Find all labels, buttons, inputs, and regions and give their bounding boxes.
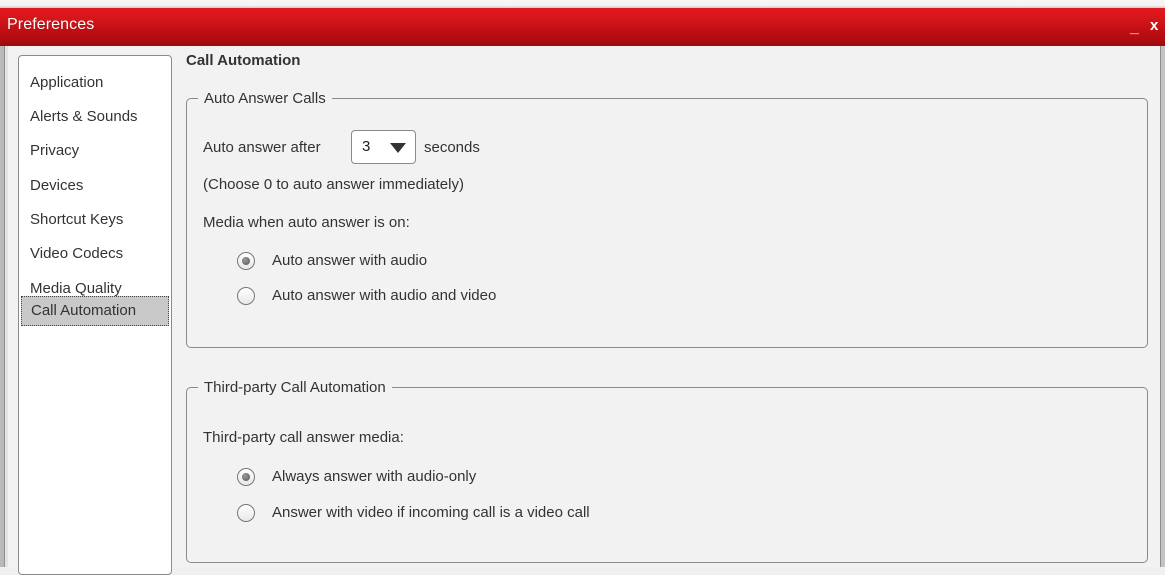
nav-item-devices[interactable]: Devices — [29, 175, 84, 197]
auto-answer-delay-select[interactable]: 3 — [351, 130, 416, 164]
category-list: Application Alerts & Sounds Privacy Devi… — [18, 55, 172, 575]
preferences-window: Preferences _ x Application Alerts & Sou… — [0, 0, 1165, 575]
third-party-media-label: Third-party call answer media: — [203, 429, 404, 446]
delay-value: 3 — [362, 138, 371, 155]
always-audio-only-radio[interactable] — [237, 468, 255, 486]
auto-answer-prefix: Auto answer after — [203, 139, 321, 156]
nav-item-privacy[interactable]: Privacy — [29, 140, 80, 162]
auto-answer-audio-video-radio[interactable] — [237, 287, 255, 305]
nav-item-video-codecs[interactable]: Video Codecs — [29, 243, 124, 265]
always-audio-only-label[interactable]: Always answer with audio-only — [272, 468, 476, 485]
minimize-button[interactable]: _ — [1130, 19, 1139, 37]
page-title: Call Automation — [186, 52, 301, 69]
auto-answer-legend: Auto Answer Calls — [198, 90, 332, 107]
window-right-border — [1160, 46, 1165, 567]
third-party-legend: Third-party Call Automation — [198, 379, 392, 396]
title-bar[interactable]: Preferences _ x — [0, 0, 1165, 46]
nav-item-call-automation[interactable]: Call Automation — [21, 296, 169, 326]
answer-with-video-radio[interactable] — [237, 504, 255, 522]
answer-with-video-label[interactable]: Answer with video if incoming call is a … — [272, 504, 590, 521]
auto-answer-audio-label[interactable]: Auto answer with audio — [272, 252, 427, 269]
nav-item-shortcut-keys[interactable]: Shortcut Keys — [29, 209, 124, 231]
auto-answer-audio-radio[interactable] — [237, 252, 255, 270]
auto-answer-hint: (Choose 0 to auto answer immediately) — [203, 176, 464, 193]
auto-answer-audio-video-label[interactable]: Auto answer with audio and video — [272, 287, 496, 304]
auto-answer-suffix: seconds — [424, 139, 480, 156]
nav-item-alerts-sounds[interactable]: Alerts & Sounds — [29, 106, 139, 128]
window-title: Preferences — [7, 16, 95, 33]
window-left-border-inner — [5, 46, 8, 567]
chevron-down-icon — [390, 143, 406, 153]
nav-item-application[interactable]: Application — [29, 72, 104, 94]
auto-answer-media-label: Media when auto answer is on: — [203, 214, 410, 231]
close-button[interactable]: x — [1150, 17, 1158, 34]
